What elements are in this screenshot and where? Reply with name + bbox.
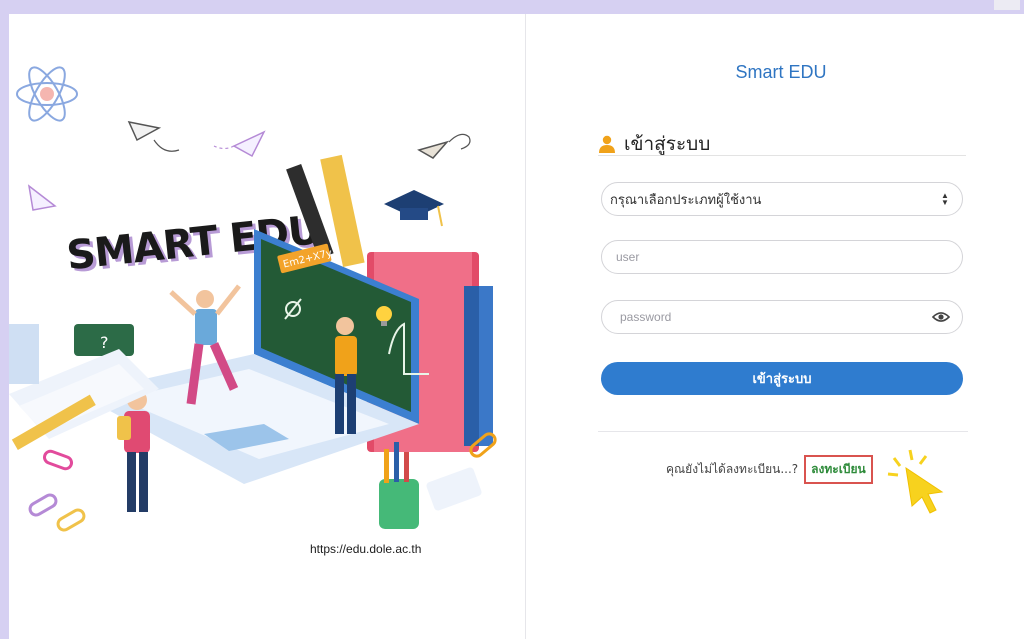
hand-cursor-icon: [887, 449, 944, 514]
svg-text:?: ?: [100, 333, 109, 352]
paper-plane-1: [127, 120, 180, 152]
paper-plane-2: [213, 130, 266, 158]
username-input[interactable]: [616, 250, 950, 264]
corner-tile: [994, 0, 1020, 10]
select-arrows-icon: ▲ ▼: [941, 191, 949, 207]
graduation-cap: [384, 190, 444, 227]
eraser: [426, 467, 482, 511]
register-prompt: คุณยังไม่ได้ลงทะเบียน...?: [666, 462, 799, 476]
user-type-selected: กรุณาเลือกประเภทผู้ใช้งาน: [610, 191, 762, 207]
paper-plane-4: [27, 184, 57, 211]
smart-edu-illustration: SMART EDU SMART EDU Em2+X7y ?: [9, 66, 497, 532]
speech-bubble: ?: [74, 324, 134, 356]
brand-title: Smart EDU: [735, 62, 827, 82]
register-link[interactable]: ลงทะเบียน: [804, 455, 873, 484]
register-row: คุณยังไม่ได้ลงทะเบียน...? ลงทะเบียน: [666, 455, 873, 484]
login-button[interactable]: เข้าสู่ระบบ: [601, 362, 963, 395]
pencil-cup: [379, 442, 419, 529]
paper-plane-3: [417, 133, 471, 159]
site-url: https://edu.dole.ac.th: [310, 542, 422, 556]
top-frame-border: [0, 0, 1024, 14]
username-field[interactable]: [601, 240, 963, 274]
eye-icon[interactable]: [932, 311, 950, 323]
form-divider: [598, 431, 968, 432]
left-frame-border: [0, 0, 9, 639]
password-field[interactable]: [601, 300, 963, 334]
left-device: [9, 324, 39, 384]
atom-icon: [16, 66, 78, 122]
login-panel: Smart EDU เข้าสู่ระบบ กรุณาเลือกประเภทผู…: [526, 14, 1024, 639]
user-type-select[interactable]: กรุณาเลือกประเภทผู้ใช้งาน ▲ ▼: [601, 182, 963, 216]
illustration-panel: SMART EDU SMART EDU Em2+X7y ? https://ed…: [9, 14, 524, 639]
user-icon: [599, 135, 615, 153]
heading-rule: [598, 155, 966, 156]
password-input[interactable]: [616, 310, 932, 324]
